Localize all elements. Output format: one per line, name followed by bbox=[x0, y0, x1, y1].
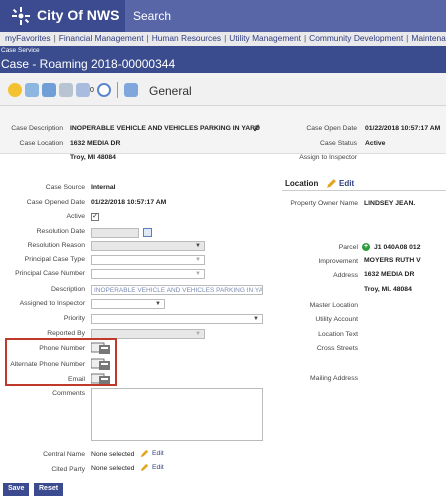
chevron-down-icon: ▼ bbox=[195, 271, 201, 277]
case-header: Case Service Case - Roaming 2018-0000034… bbox=[0, 46, 446, 73]
summary-description-label: Case Description bbox=[11, 125, 63, 132]
resolution-date-label: Resolution Date bbox=[36, 228, 85, 235]
assigned-select[interactable]: ▼ bbox=[91, 299, 165, 309]
location-text-label: Location Text bbox=[318, 331, 358, 338]
principal-number-label: Principal Case Number bbox=[15, 270, 85, 277]
logo-icon bbox=[12, 7, 30, 25]
summary-assign-label: Assign to Inspector bbox=[299, 154, 357, 161]
improvement-label: Improvement bbox=[318, 258, 358, 265]
active-checkbox[interactable]: ✓ bbox=[91, 213, 99, 221]
refresh-icon[interactable] bbox=[96, 83, 111, 97]
forward-icon[interactable] bbox=[76, 83, 90, 97]
description-label: Description bbox=[51, 286, 85, 293]
save-button[interactable]: Save bbox=[3, 483, 30, 496]
assigned-label: Assigned to Inspector bbox=[19, 300, 85, 307]
improvement-value: MOYERS RUTH V bbox=[364, 257, 421, 264]
principal-type-label: Principal Case Type bbox=[24, 256, 85, 263]
location-edit-link[interactable]: Edit bbox=[339, 179, 354, 188]
summary-open-date: 01/22/2018 10:57:17 AM bbox=[365, 125, 441, 132]
cross-streets-label: Cross Streets bbox=[316, 345, 358, 352]
summary-description: INOPERABLE VEHICLE AND VEHICLES PARKING … bbox=[70, 125, 260, 132]
address-line2: Troy, MI. 48084 bbox=[364, 286, 412, 293]
principal-number-select[interactable]: ▼ bbox=[91, 269, 205, 279]
central-name-value: None selected bbox=[91, 451, 135, 458]
chevron-down-icon: ▼ bbox=[195, 331, 201, 337]
comments-label: Comments bbox=[52, 390, 85, 397]
app-title: City Of NWS bbox=[37, 7, 120, 23]
parcel-label: Parcel bbox=[338, 244, 358, 251]
general-icon[interactable] bbox=[123, 83, 138, 97]
chevron-down-icon: ▼ bbox=[195, 257, 201, 263]
summary-location-line2: Troy, MI 48084 bbox=[70, 154, 116, 161]
add-icon[interactable]: + bbox=[362, 243, 370, 251]
chevron-down-icon: ▼ bbox=[253, 316, 259, 322]
case-summary: Case Description INOPERABLE VEHICLE AND … bbox=[0, 106, 446, 161]
opened-date: 01/22/2018 10:57:17 AM bbox=[91, 199, 167, 206]
chevron-down-icon: ▼ bbox=[155, 301, 161, 307]
address-label: Address bbox=[333, 272, 358, 279]
principal-type-select[interactable]: ▼ bbox=[91, 255, 205, 265]
cited-party-edit-link[interactable]: Edit bbox=[152, 464, 164, 471]
toolbar: 0 General bbox=[0, 73, 446, 106]
cited-party-value: None selected bbox=[91, 465, 135, 472]
central-name-edit-link[interactable]: Edit bbox=[152, 450, 164, 457]
info-icon[interactable] bbox=[8, 83, 22, 97]
case-source: Internal bbox=[91, 184, 116, 191]
toolbar-badge: 0 bbox=[90, 86, 94, 94]
pencil-icon[interactable] bbox=[140, 463, 149, 472]
calendar-icon[interactable] bbox=[143, 228, 152, 237]
chevron-down-icon: ▼ bbox=[195, 243, 201, 249]
search-input[interactable]: Search bbox=[125, 0, 446, 32]
reset-button[interactable]: Reset bbox=[34, 483, 64, 496]
location-divider bbox=[282, 190, 446, 191]
nav-item-utility[interactable]: Utility Management bbox=[229, 33, 301, 43]
priority-label: Priority bbox=[63, 315, 85, 322]
group-icon[interactable] bbox=[42, 83, 56, 97]
cited-party-label: Cited Party bbox=[51, 466, 85, 473]
summary-status: Active bbox=[365, 140, 386, 147]
pencil-icon[interactable] bbox=[140, 449, 149, 458]
owner-label: Property Owner Name bbox=[290, 200, 358, 207]
nav-item-community[interactable]: Community Development bbox=[309, 33, 403, 43]
nav-item-financial[interactable]: Financial Management bbox=[59, 33, 144, 43]
summary-status-label: Case Status bbox=[319, 140, 357, 147]
attach-icon[interactable] bbox=[59, 83, 73, 97]
utility-account-label: Utility Account bbox=[315, 316, 358, 323]
summary-open-date-label: Case Open Date bbox=[306, 125, 357, 132]
toolbar-divider bbox=[116, 82, 118, 98]
top-bar: City Of NWS Search bbox=[0, 0, 446, 32]
summary-location-label: Case Location bbox=[19, 140, 63, 147]
opened-date-label: Case Opened Date bbox=[26, 199, 85, 206]
comments-textarea[interactable] bbox=[91, 388, 263, 441]
paperclip-icon[interactable] bbox=[252, 123, 261, 132]
main-nav: myFavorites | Financial Management | Human R… bbox=[0, 32, 446, 46]
pencil-icon[interactable] bbox=[326, 178, 337, 189]
resolution-reason-select[interactable]: ▼ bbox=[91, 241, 205, 251]
tab-general[interactable]: General bbox=[149, 84, 192, 98]
active-label: Active bbox=[66, 213, 85, 220]
mailing-address-label: Mailing Address bbox=[310, 375, 358, 382]
resolution-reason-label: Resolution Reason bbox=[27, 242, 85, 249]
reported-by-label: Reported By bbox=[47, 330, 85, 337]
case-type-label: Case Service bbox=[1, 47, 40, 54]
owner-value: LINDSEY JEAN. bbox=[364, 200, 416, 207]
nav-item-hr[interactable]: Human Resources bbox=[152, 33, 221, 43]
priority-select[interactable]: ▼ bbox=[91, 314, 263, 324]
location-title: Location bbox=[285, 179, 319, 188]
master-location-label: Master Location bbox=[309, 302, 358, 309]
central-name-label: Central Name bbox=[43, 451, 85, 458]
description-field[interactable]: INOPERABLE VEHICLE AND VEHICLES PARKING … bbox=[91, 285, 263, 295]
address-line1: 1632 MEDIA DR bbox=[364, 271, 415, 278]
page-title: Case - Roaming 2018-00000344 bbox=[1, 57, 176, 71]
case-source-label: Case Source bbox=[45, 184, 85, 191]
parcel-value: J1 040A08 012 bbox=[374, 244, 421, 251]
resolution-date-field[interactable] bbox=[91, 228, 139, 238]
contact-fields-highlight bbox=[5, 338, 117, 386]
nav-item-favorites[interactable]: myFavorites bbox=[5, 33, 51, 43]
summary-location-line1: 1632 MEDIA DR bbox=[70, 140, 121, 147]
nav-item-maintenance[interactable]: Maintenance bbox=[411, 33, 446, 43]
people-icon[interactable] bbox=[25, 83, 39, 97]
